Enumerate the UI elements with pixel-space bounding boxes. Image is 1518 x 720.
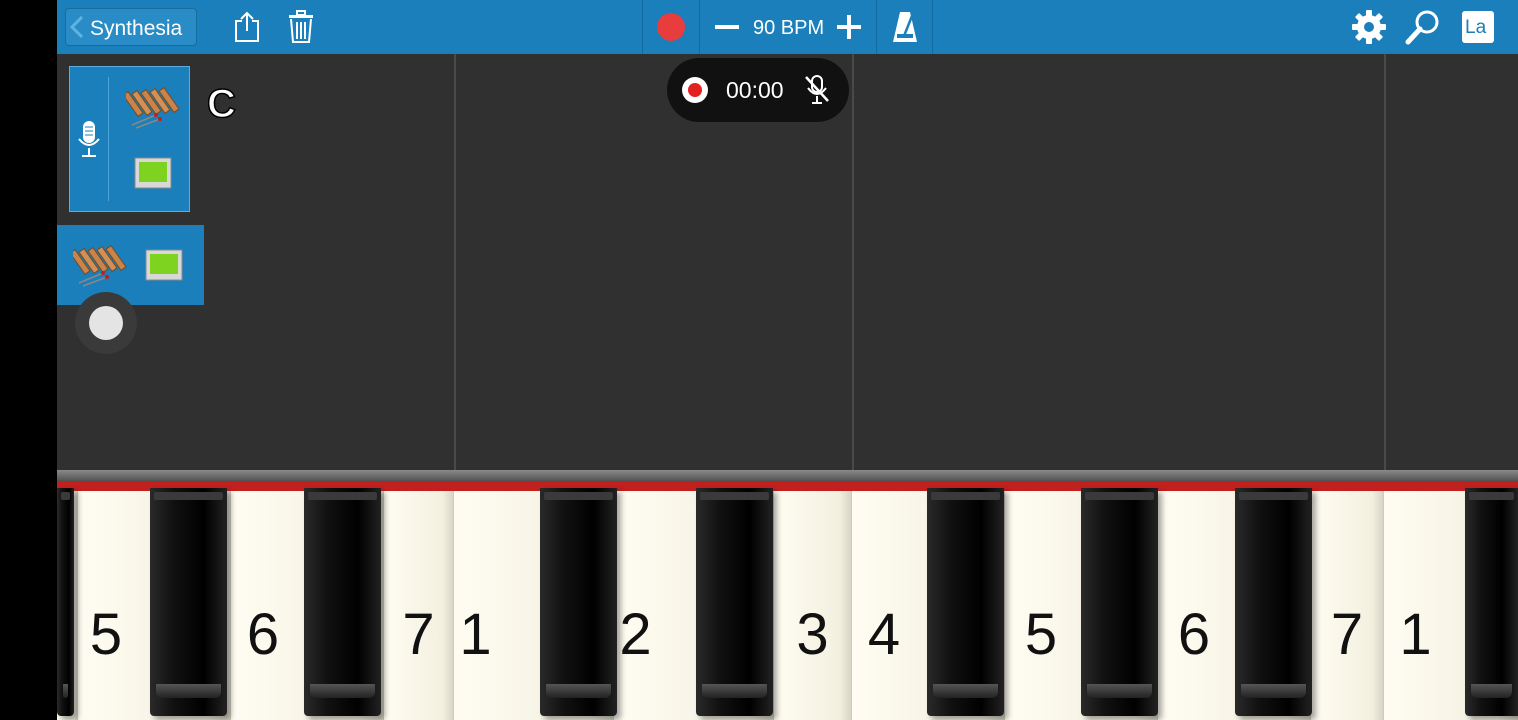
track-panel[interactable] [69, 66, 190, 212]
key-shine [63, 684, 68, 698]
black-key[interactable] [1235, 488, 1312, 716]
tempo-increase-button[interactable] [827, 6, 871, 48]
tempo-decrease-button[interactable] [705, 6, 749, 48]
mic-off-icon[interactable] [803, 74, 831, 106]
recording-indicator: 00:00 [667, 58, 849, 122]
metronome-icon [893, 12, 917, 42]
measure-line [454, 54, 456, 470]
track-panel-divider [108, 77, 109, 201]
black-key[interactable] [150, 488, 227, 716]
key-number: 6 [1177, 602, 1211, 667]
black-key[interactable] [304, 488, 381, 716]
key-shine [156, 684, 221, 698]
tempo-label: 90 BPM [753, 17, 825, 39]
xylophone-icon[interactable] [73, 243, 127, 287]
key-cap [700, 492, 769, 500]
gear-icon [1352, 10, 1386, 44]
toolbar-divider [642, 0, 643, 54]
white-key[interactable]: 3 [774, 491, 852, 720]
back-button[interactable]: Synthesia [65, 8, 197, 46]
record-dot-icon[interactable] [681, 76, 709, 104]
floating-toggle-button[interactable] [75, 292, 137, 354]
key-cap [1085, 492, 1154, 500]
key-cap [1469, 492, 1514, 500]
back-arrow-icon [69, 15, 84, 39]
microphone-icon[interactable] [76, 119, 102, 161]
key-cap [544, 492, 613, 500]
key-number: 6 [246, 602, 280, 667]
key-cap [154, 492, 223, 500]
xylophone-icon[interactable] [126, 85, 180, 129]
key-shine [933, 684, 998, 698]
black-key[interactable] [540, 488, 617, 716]
white-key[interactable]: 7 [384, 491, 454, 720]
share-icon [235, 11, 259, 42]
key-number: 3 [796, 602, 829, 667]
app-window: Synthesia 90 BPM La C 00:00 5 6 7 1 2 3 … [57, 0, 1518, 720]
measure-line [1384, 54, 1386, 470]
trash-icon [289, 10, 313, 43]
key-number: 7 [1330, 602, 1364, 667]
black-key[interactable] [696, 488, 773, 716]
minus-icon [715, 25, 739, 29]
white-key[interactable]: 7 [1311, 491, 1384, 720]
key-cap [931, 492, 1000, 500]
toggle-knob [89, 306, 123, 340]
key-shine [546, 684, 611, 698]
plus-icon [837, 15, 861, 39]
back-button-label: Synthesia [90, 17, 183, 40]
search-icon [1405, 10, 1439, 45]
black-key[interactable] [1465, 488, 1518, 716]
black-key[interactable] [1081, 488, 1158, 716]
top-toolbar: Synthesia 90 BPM La [57, 0, 1518, 54]
key-number: 1 [459, 602, 492, 667]
metronome-button[interactable] [883, 6, 927, 48]
record-icon [657, 13, 685, 41]
key-shine [702, 684, 767, 698]
share-button[interactable] [225, 6, 269, 48]
key-cap [308, 492, 377, 500]
language-badge: La [1462, 11, 1494, 43]
key-shine [310, 684, 375, 698]
delete-button[interactable] [279, 6, 323, 48]
keyboard-rail [57, 470, 1518, 482]
black-key[interactable] [927, 488, 1004, 716]
key-number: 7 [402, 602, 435, 667]
search-button[interactable] [1401, 6, 1445, 48]
key-number: 2 [619, 602, 652, 667]
language-button[interactable]: La [1456, 6, 1500, 48]
language-label: La [1465, 17, 1487, 38]
measure-line [852, 54, 854, 470]
key-cap [1239, 492, 1308, 500]
key-cap [61, 492, 70, 500]
toolbar-divider [876, 0, 877, 54]
screen-icon[interactable] [145, 249, 183, 281]
recording-time: 00:00 [726, 77, 784, 103]
key-shine [1241, 684, 1306, 698]
key-number: 5 [89, 602, 123, 667]
black-key[interactable] [57, 488, 74, 716]
key-signature-label: C [206, 81, 236, 127]
settings-button[interactable] [1347, 6, 1391, 48]
key-number: 4 [867, 602, 901, 667]
key-shine [1471, 684, 1512, 698]
key-shine [1087, 684, 1152, 698]
screen-icon[interactable] [134, 157, 172, 189]
key-number: 1 [1399, 602, 1432, 667]
key-number: 5 [1024, 602, 1058, 667]
toolbar-divider [932, 0, 933, 54]
toolbar-divider [699, 0, 700, 54]
track-row[interactable] [57, 225, 204, 305]
record-button[interactable] [649, 6, 693, 48]
piano-keyboard: 5 6 7 1 2 3 4 5 6 7 1 [57, 470, 1518, 720]
